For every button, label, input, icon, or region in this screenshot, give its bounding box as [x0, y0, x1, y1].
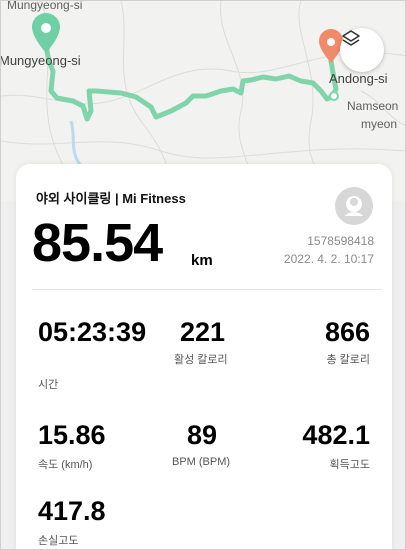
user-icon	[335, 187, 373, 225]
route-line	[43, 43, 339, 122]
workout-datetime: 2022. 4. 2. 10:17	[283, 252, 374, 266]
avatar[interactable]	[335, 187, 373, 225]
stat-speed-value: 15.86	[38, 420, 106, 450]
stat-total-calories-value: 866	[324, 317, 370, 347]
stat-elevation-gain-value: 482.1	[302, 420, 370, 450]
user-id: 1578598418	[307, 234, 374, 248]
map-label-mungyeong: Mungyeong-si	[0, 53, 81, 68]
map-label-namseon: Namseon	[347, 99, 399, 113]
workout-title: 야외 사이클링 | Mi Fitness	[36, 191, 186, 206]
map-label-myeon: myeon	[361, 117, 398, 131]
distance-unit: km	[191, 252, 213, 269]
stat-time-label: 시간	[38, 379, 59, 391]
workout-summary-card: 야외 사이클링 | Mi Fitness 85.54 km 1578598418…	[16, 164, 392, 549]
stat-bpm-label: BPM (BPM)	[172, 456, 231, 468]
stat-elevation-loss-label: 손실고도	[38, 535, 79, 547]
stat-bpm-value: 89	[187, 420, 218, 450]
stat-total-calories-label: 총 칼로리	[326, 354, 370, 366]
start-pin	[32, 13, 60, 53]
layers-icon	[342, 30, 360, 46]
workout-detail-screen: Mungyeong-si Mungyeong-si Andong-si Nams…	[0, 0, 406, 550]
stat-time-value: 05:23:39	[38, 317, 147, 347]
map-label-mungyeong-top: Mungyeong-si	[7, 0, 83, 12]
divider	[32, 289, 382, 290]
stat-elevation-gain-label: 획득고도	[329, 459, 370, 471]
stat-active-calories-label: 활성 칼로리	[174, 354, 228, 366]
map-layers-button[interactable]	[340, 28, 384, 72]
stat-active-calories-value: 221	[180, 317, 226, 347]
distance-value: 85.54	[32, 213, 163, 273]
map-label-andong: Andong-si	[329, 71, 388, 86]
stat-speed-label: 속도 (km/h)	[38, 459, 93, 471]
stat-elevation-loss-value: 417.8	[38, 496, 106, 526]
